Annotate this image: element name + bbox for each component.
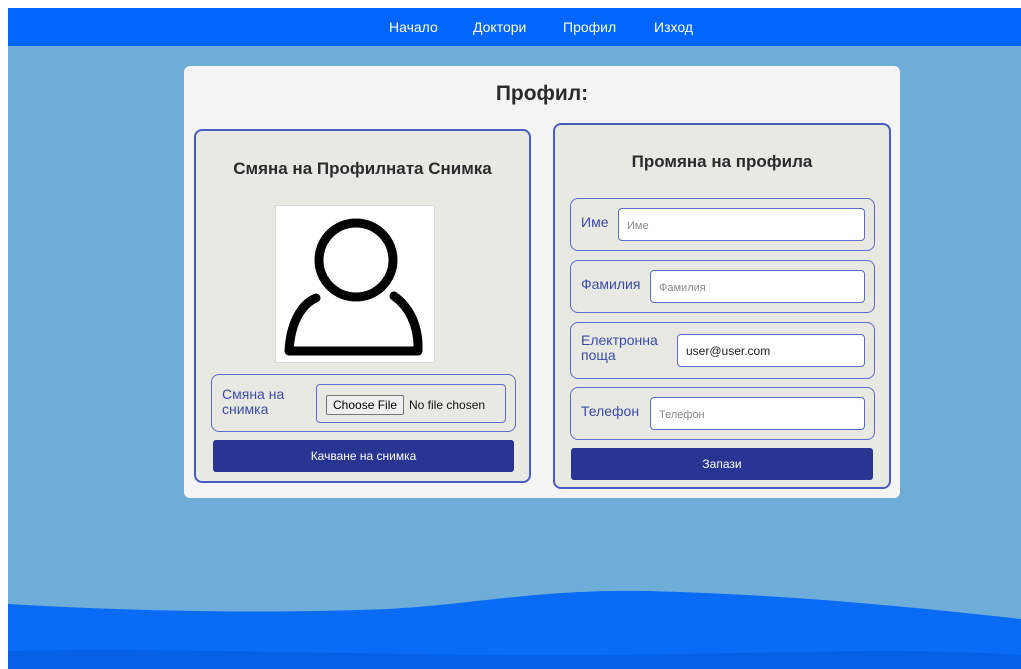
photo-panel-title: Смяна на Профилната Снимка — [233, 159, 492, 178]
choose-file-button[interactable]: Choose File — [326, 395, 405, 415]
photo-panel: Смяна на Профилната Снимка Смяна на сним… — [194, 129, 531, 483]
file-status-text: No file chosen — [409, 398, 486, 412]
profile-edit-panel: Промяна на профила Име Фамилия Електронн… — [553, 123, 891, 489]
last-name-fieldset: Фамилия — [570, 260, 875, 313]
upload-photo-button[interactable]: Качване на снимка — [213, 440, 514, 472]
page-title: Профил: — [495, 82, 589, 105]
last-name-label: Фамилия — [581, 276, 641, 292]
photo-file-label: Смяна на снимка — [222, 386, 285, 417]
phone-fieldset: Телефон — [570, 387, 875, 440]
phone-input[interactable] — [650, 397, 865, 430]
nav-link-home[interactable]: Начало — [389, 19, 438, 35]
save-button[interactable]: Запази — [571, 448, 873, 480]
nav-link-profile[interactable]: Профил — [563, 19, 616, 35]
last-name-input[interactable] — [650, 270, 865, 303]
user-silhouette-icon — [284, 218, 423, 356]
first-name-fieldset: Име — [570, 198, 875, 251]
avatar — [275, 205, 435, 363]
email-label: Електронна поща — [581, 332, 658, 363]
first-name-input[interactable] — [618, 208, 865, 241]
page-background: Начало Доктори Профил Изход Профил: Смян… — [8, 8, 1021, 669]
email-input[interactable] — [677, 334, 865, 367]
profile-card: Профил: Смяна на Профилната Снимка Смяна… — [184, 66, 900, 498]
top-navbar: Начало Доктори Профил Изход — [8, 8, 1021, 46]
photo-file-fieldset: Смяна на снимка Choose File No file chos… — [211, 374, 516, 432]
nav-link-logout[interactable]: Изход — [654, 19, 693, 35]
email-fieldset: Електронна поща — [570, 322, 875, 379]
phone-label: Телефон — [581, 403, 640, 419]
first-name-label: Име — [581, 214, 609, 230]
nav-link-doctors[interactable]: Доктори — [473, 19, 526, 35]
file-input[interactable]: Choose File No file chosen — [316, 384, 506, 423]
wave-decoration — [8, 590, 1021, 669]
profile-panel-title: Промяна на профила — [631, 152, 813, 171]
